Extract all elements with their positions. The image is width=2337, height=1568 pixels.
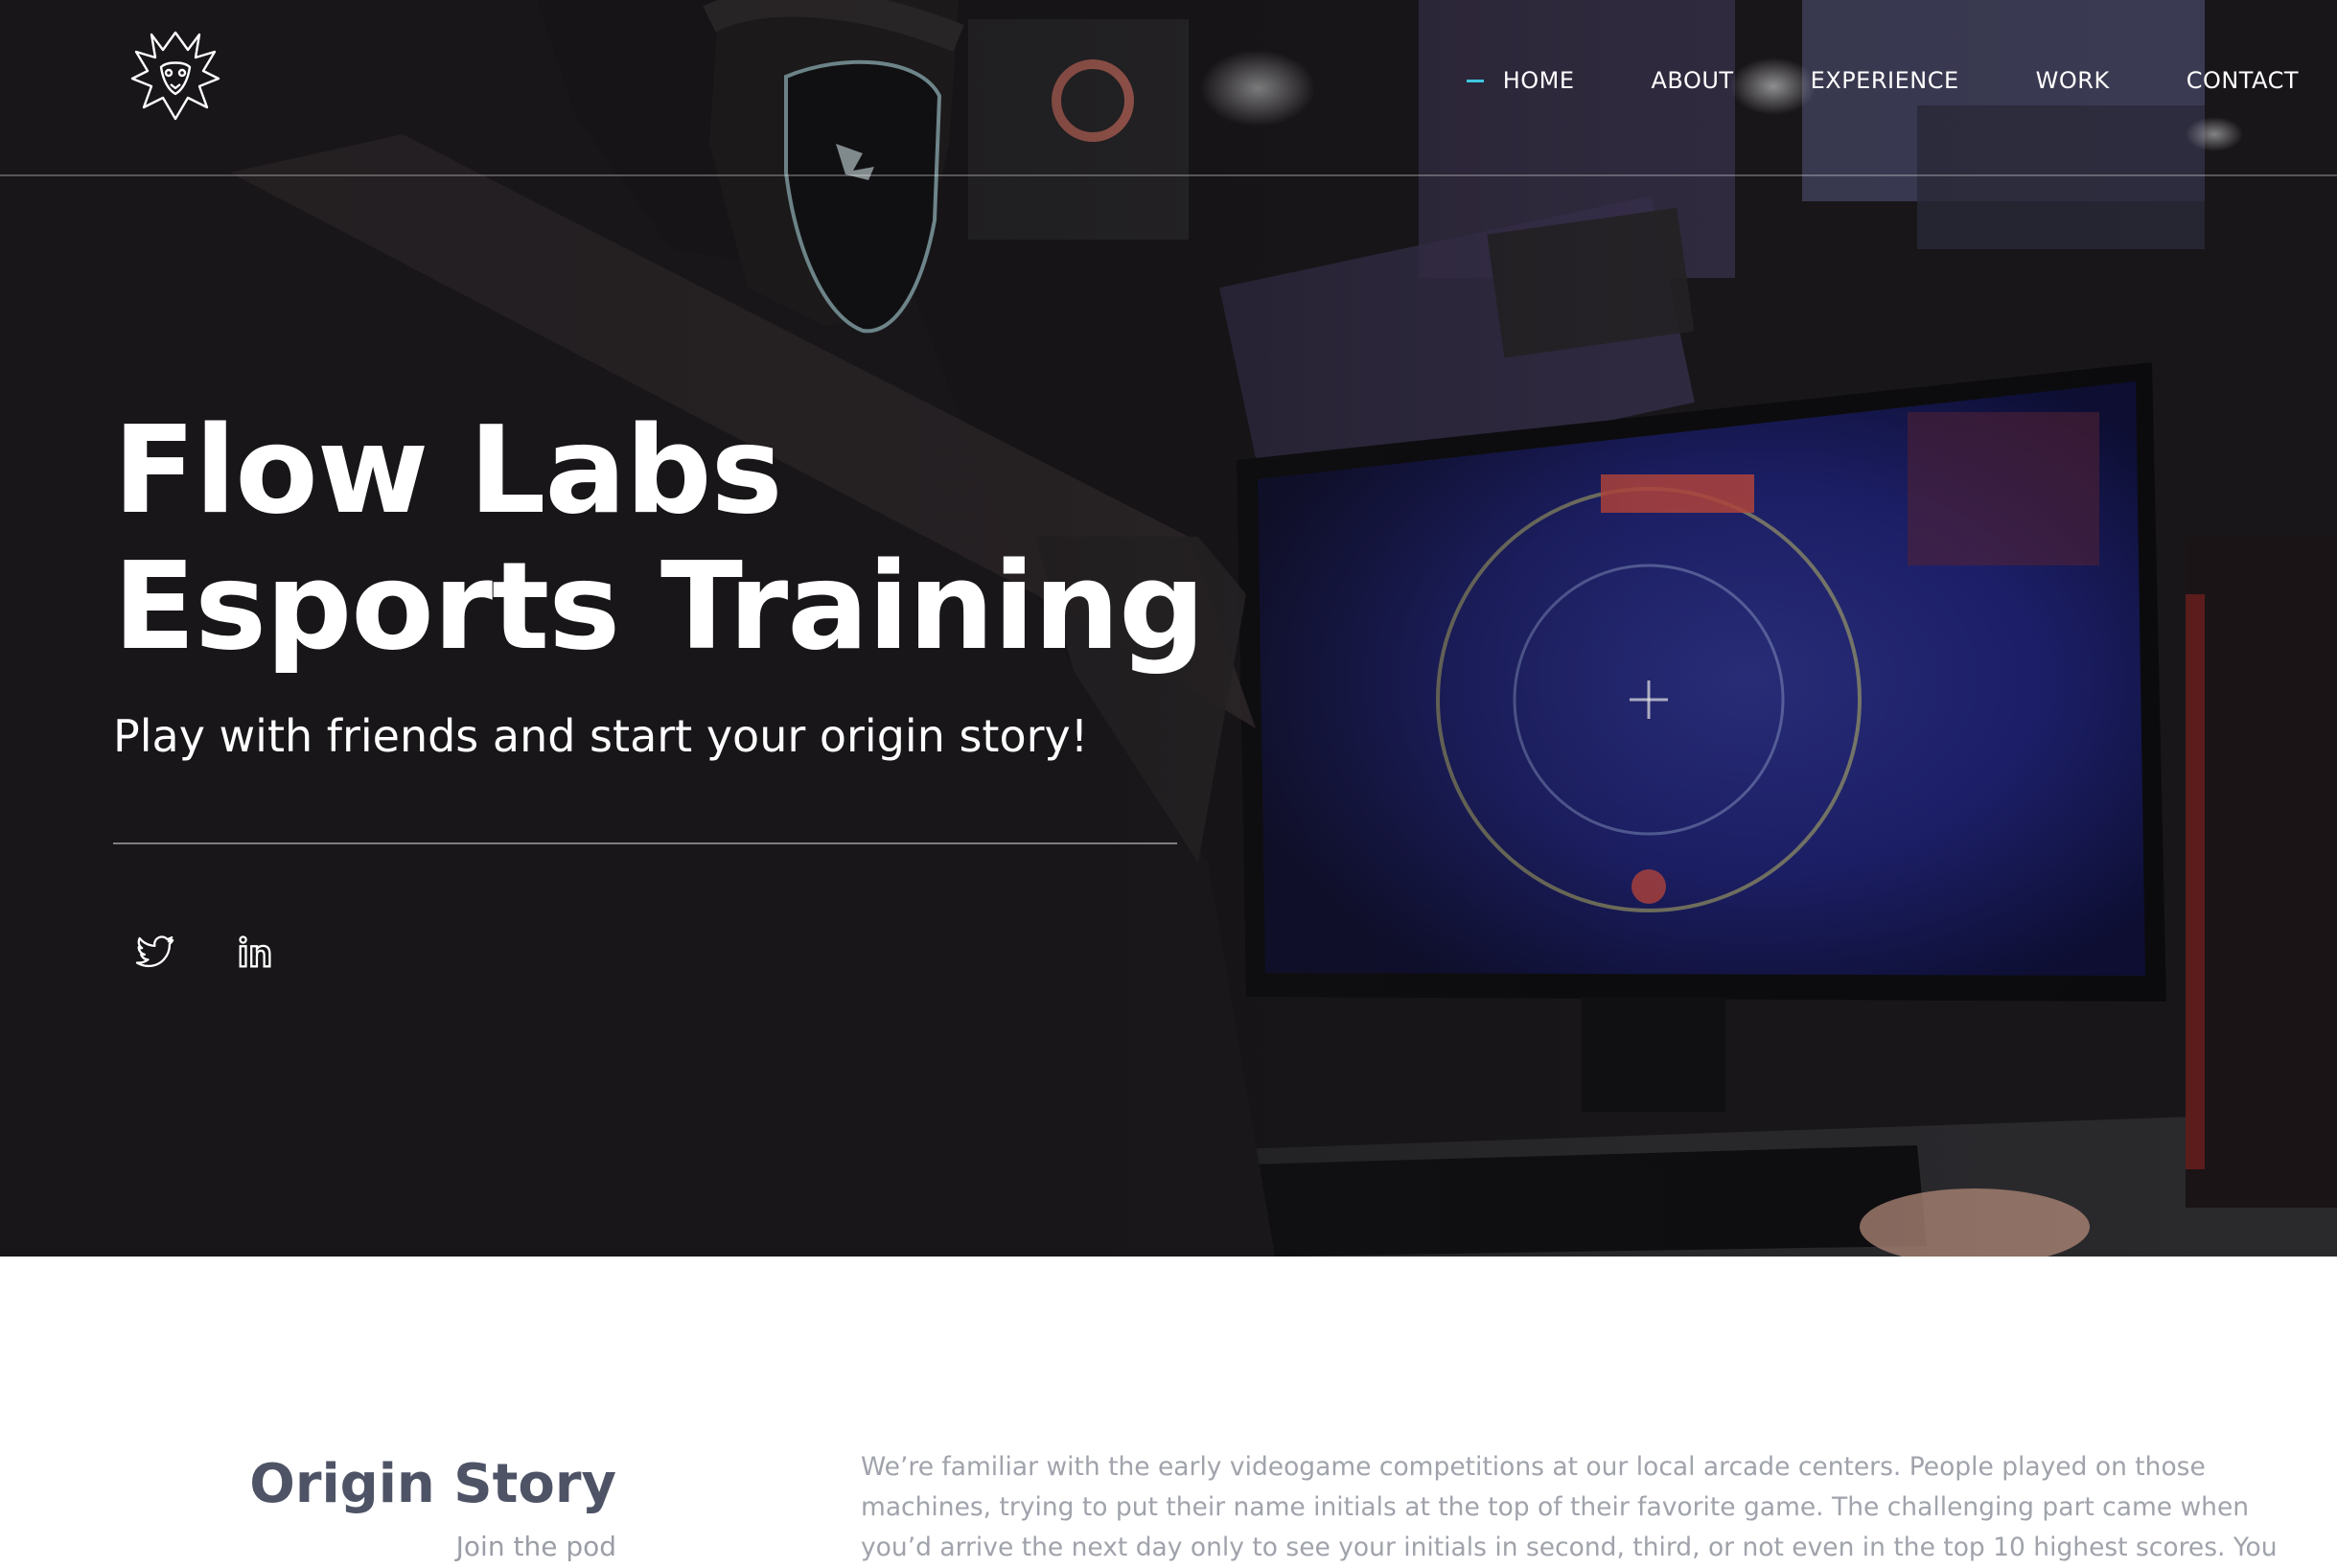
hero-title-line-1: Flow Labs [113,400,783,541]
hero-subtitle: Play with friends and start your origin … [113,710,1089,762]
social-links [132,930,278,974]
dragon-crest-icon[interactable] [123,23,228,128]
origin-body-text: We’re familiar with the early videogame … [861,1452,2278,1562]
main-nav: HOME ABOUT EXPERIENCE WORK CONTACT [1426,59,2299,102]
hero-section: HOME ABOUT EXPERIENCE WORK CONTACT Flow … [0,0,2337,1257]
twitter-link[interactable] [132,930,176,974]
origin-subtitle: Join the pod [455,1531,616,1562]
linkedin-link[interactable] [234,930,278,974]
hero-title: Flow Labs Esports Training [113,400,1205,677]
site-header: HOME ABOUT EXPERIENCE WORK CONTACT [0,0,2337,176]
nav-about[interactable]: ABOUT [1652,59,1734,102]
origin-title: Origin Story [249,1453,616,1515]
hero-title-line-2: Esports Training [113,536,1205,677]
nav-home[interactable]: HOME [1466,59,1575,102]
page: HOME ABOUT EXPERIENCE WORK CONTACT Flow … [0,0,2337,1568]
nav-work[interactable]: WORK [2036,59,2110,102]
nav-experience[interactable]: EXPERIENCE [1811,59,1959,102]
twitter-icon [135,935,174,968]
linkedin-icon [239,935,271,968]
hero-divider [113,842,1177,844]
nav-contact[interactable]: CONTACT [2187,59,2299,102]
